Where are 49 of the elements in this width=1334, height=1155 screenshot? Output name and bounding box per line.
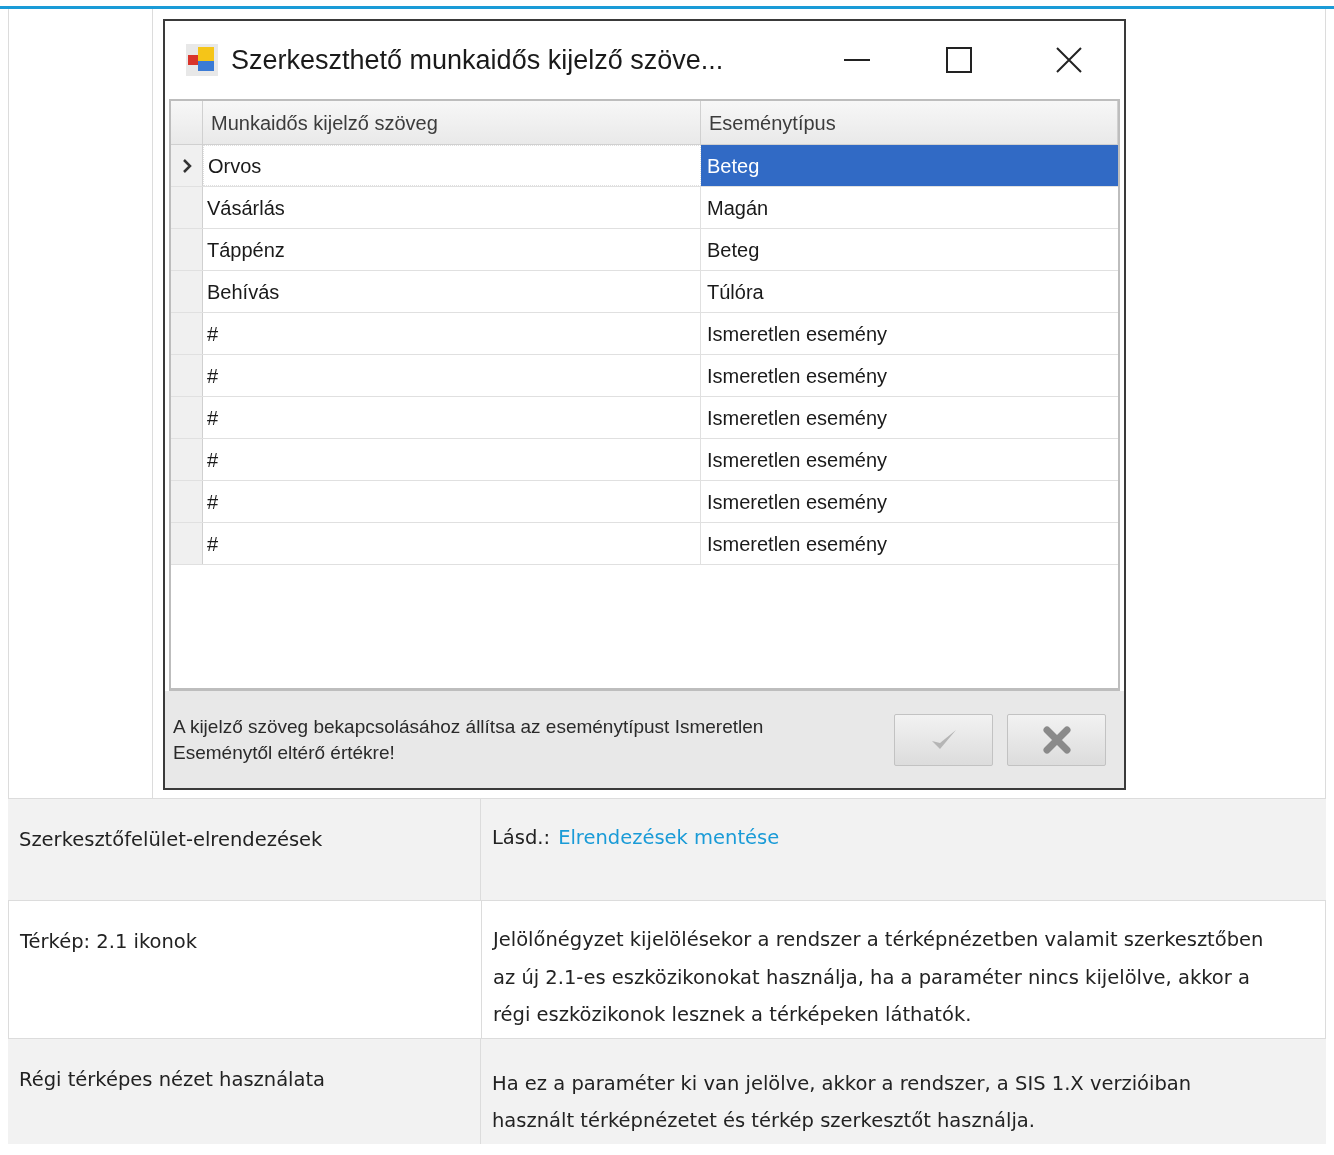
table-cell-text: Túlóra [706,279,765,305]
table-cell: # [203,355,701,396]
row-header[interactable] [171,145,203,186]
grid-row[interactable]: Táppénz Beteg [171,229,1118,271]
grid-row[interactable]: # Ismeretlen esemény [171,439,1118,481]
table-cell: # [203,313,701,354]
table-cell-text: Ismeretlen esemény [706,405,889,431]
grid-row[interactable]: # Ismeretlen esemény [171,355,1118,397]
table-cell-text: Ismeretlen esemény [706,447,889,473]
close-icon [1056,47,1082,73]
column-header[interactable]: Eseménytípus [701,101,1118,144]
grid-row[interactable]: # Ismeretlen esemény [171,313,1118,355]
grid-row[interactable]: # Ismeretlen esemény [171,481,1118,523]
grid-row[interactable]: Behívás Túlóra [171,271,1118,313]
column-header[interactable]: Munkaidős kijelző szöveg [203,101,701,144]
table-cell: # [203,523,701,564]
close-icon [1042,725,1071,754]
window-title: Szerkeszthető munkaidős kijelző szöve... [231,43,724,77]
table-cell: Orvos [203,145,701,186]
table-cell: # [203,439,701,480]
table-cell: Vásárlás [203,187,701,228]
table-cell: Behívás [203,271,701,312]
hint-text: A kijelző szöveg bekapcsolásához állítsa az eseménytípust Ismeretlen Eseménytől eltérő értékre! [173,714,765,765]
table-cell-text: Magán [706,195,770,221]
see-also-label: Lásd.: [492,825,551,851]
minimize-icon [843,59,870,61]
maximize-icon [946,47,972,73]
table-cell: # [203,481,701,522]
table-cell: # [203,397,701,438]
table-cell-text: Ismeretlen esemény [706,363,889,389]
setting-description: Jelölőnégyzet kijelölésekor a rendszer a térképnézetben valamit szerkesztőben az új 2.1-es eszközikonokat használja, ha a paraméter nincs kijelölve, akkor a régi eszközikonok lesznek a térképeken láthatók. [493,927,1265,1028]
current-row-icon [181,158,192,173]
confirm-button[interactable] [894,713,993,766]
grid-row[interactable]: # Ismeretlen esemény [171,397,1118,439]
table-cell: Beteg [701,145,1118,186]
grid-row[interactable]: Orvos Beteg [171,145,1118,187]
setting-description: Ha ez a paraméter ki van jelölve, akkor a rendszer, a SIS 1.X verzióiban használt térképnézetet és térkép szerkesztőt használja. [492,1070,1193,1134]
setting-name: Térkép: 2.1 ikonok [20,930,198,953]
app-icon [185,43,219,77]
table-cell: Táppénz [203,229,701,270]
setting-name: Régi térképes nézet használata [19,1067,326,1091]
table-cell-text: Ismeretlen esemény [706,489,889,515]
cancel-button[interactable] [1007,713,1106,766]
grid-row[interactable]: Vásárlás Magán [171,187,1118,229]
grid-row[interactable]: # Ismeretlen esemény [171,523,1118,565]
table-cell-text: Ismeretlen esemény [706,321,889,347]
table-cell-text: Ismeretlen esemény [706,531,889,557]
table-cell-text: Beteg [706,237,761,263]
setting-name: Szerkesztőfelület-elrendezések [19,828,323,851]
